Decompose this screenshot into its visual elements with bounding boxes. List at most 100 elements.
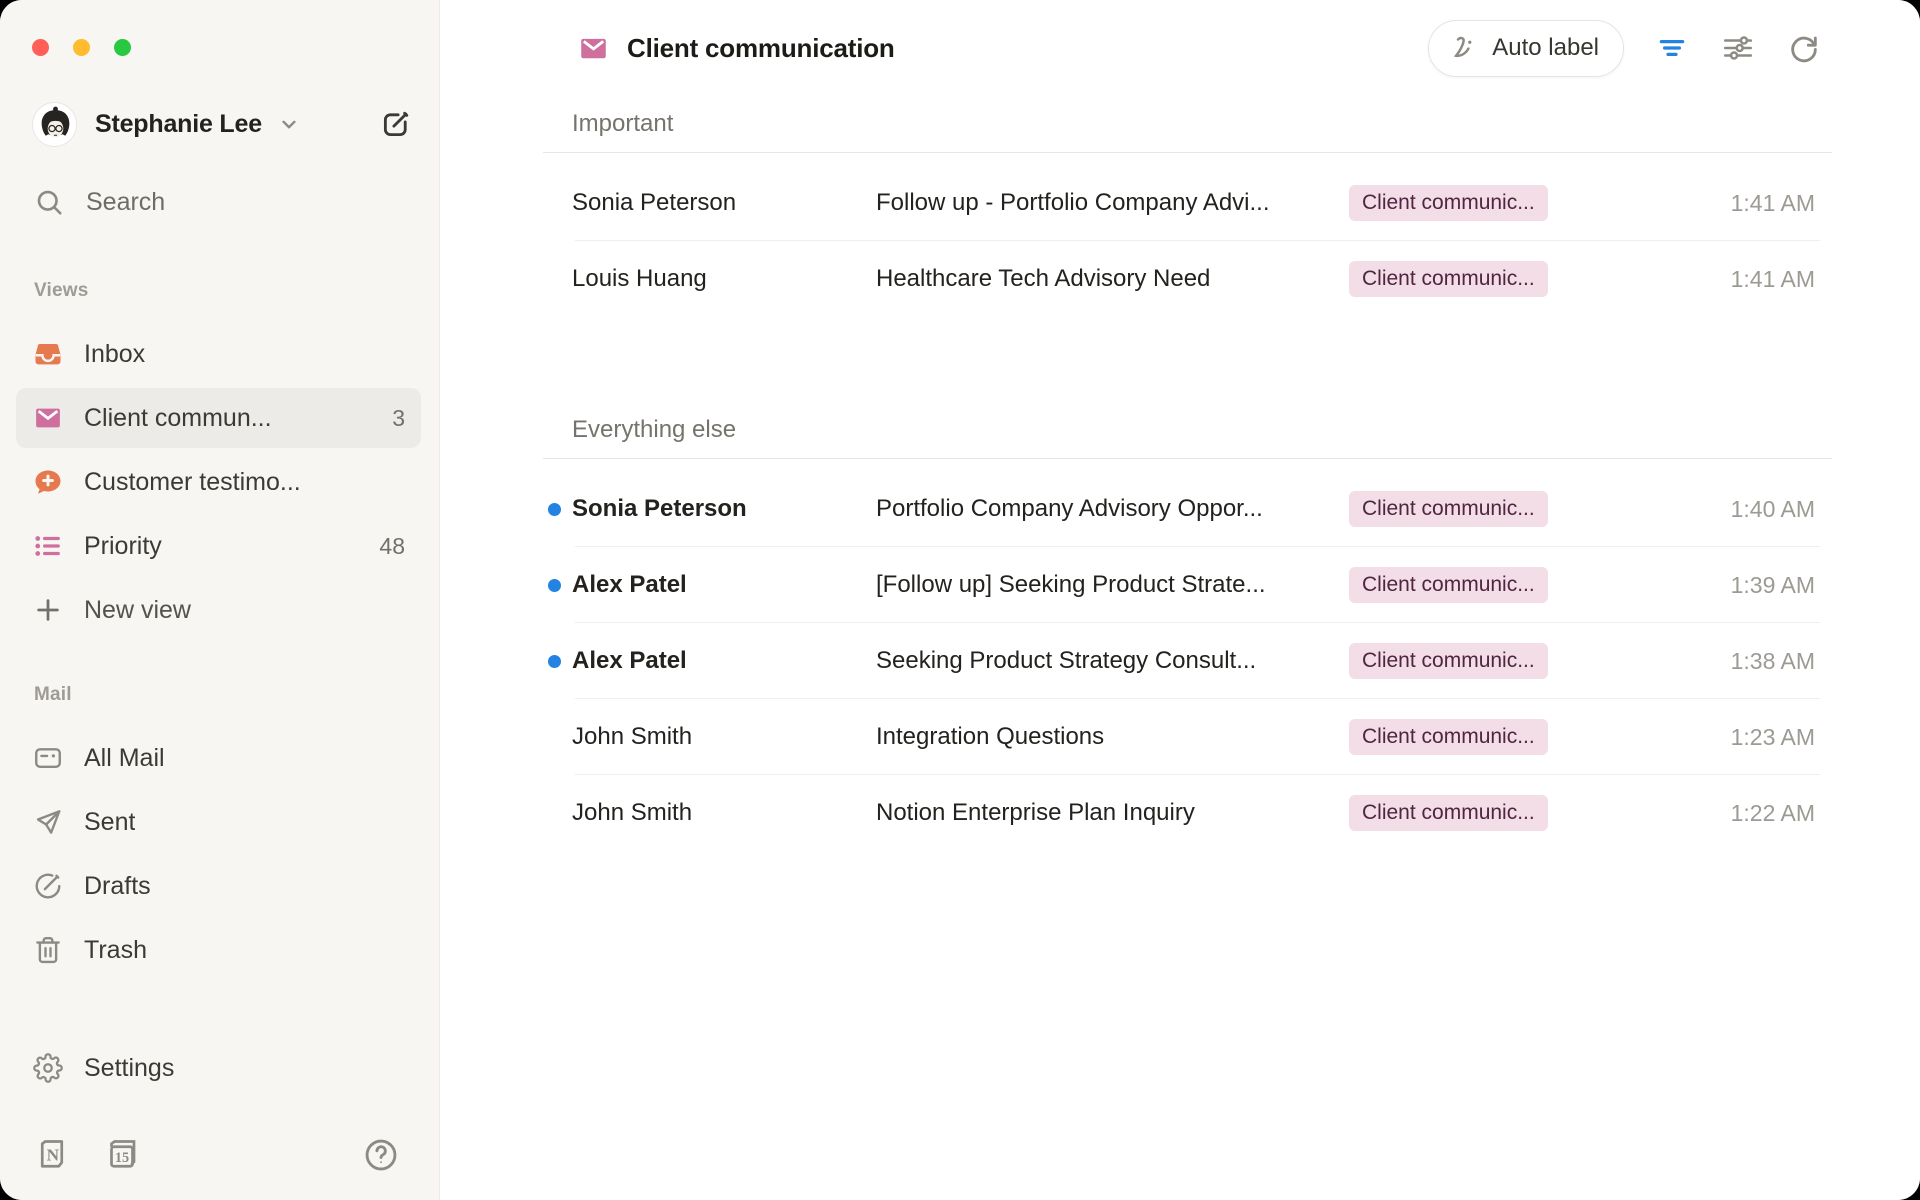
auto-label-wand-icon xyxy=(1449,33,1479,63)
auto-label-label: Auto label xyxy=(1492,34,1599,62)
email-subject: Healthcare Tech Advisory Need xyxy=(876,265,1349,293)
search-row[interactable]: Search xyxy=(0,178,439,226)
sidebar-item-label: Priority xyxy=(84,532,162,561)
sidebar-item-client-communication[interactable]: Client commun... 3 xyxy=(16,388,421,448)
sidebar-item-priority[interactable]: Priority 48 xyxy=(16,516,421,576)
section-title-important: Important xyxy=(543,96,1832,153)
email-time: 1:41 AM xyxy=(1584,266,1832,293)
sidebar-item-label: Drafts xyxy=(84,872,151,901)
email-sender: Alex Patel xyxy=(543,571,876,599)
sidebar-item-label: Settings xyxy=(84,1054,174,1083)
views-section-label: Views xyxy=(34,280,439,304)
email-label-badge: Client communic... xyxy=(1349,719,1584,755)
svg-text:N: N xyxy=(47,1145,60,1164)
close-window-button[interactable] xyxy=(32,39,49,56)
sidebar-item-inbox[interactable]: Inbox xyxy=(16,324,421,384)
email-sender: Sonia Peterson xyxy=(543,189,876,217)
email-time: 1:23 AM xyxy=(1584,724,1832,751)
inbox-icon xyxy=(32,339,64,369)
sidebar-item-label: Inbox xyxy=(84,340,145,369)
sidebar-item-label: Customer testimo... xyxy=(84,468,301,497)
search-icon xyxy=(34,187,64,217)
chat-plus-icon xyxy=(32,467,64,497)
unread-dot xyxy=(548,579,561,592)
email-time: 1:39 AM xyxy=(1584,572,1832,599)
email-label-badge: Client communic... xyxy=(1349,567,1584,603)
display-options-icon[interactable] xyxy=(1720,30,1756,66)
trash-icon xyxy=(32,935,64,965)
email-label-badge: Client communic... xyxy=(1349,643,1584,679)
page-title: Client communication xyxy=(627,33,895,64)
gear-icon xyxy=(32,1053,64,1083)
email-subject: Follow up - Portfolio Company Advi... xyxy=(876,189,1349,217)
email-sender: John Smith xyxy=(543,723,876,751)
envelope-icon xyxy=(32,403,64,433)
email-time: 1:40 AM xyxy=(1584,496,1832,523)
email-label-badge: Client communic... xyxy=(1349,185,1584,221)
unread-count: 3 xyxy=(392,405,405,432)
calendar-icon[interactable]: 15 xyxy=(104,1137,140,1173)
email-subject: Notion Enterprise Plan Inquiry xyxy=(876,799,1349,827)
unread-dot xyxy=(548,503,561,516)
notion-logo-icon[interactable]: N xyxy=(34,1137,70,1173)
email-label-badge: Client communic... xyxy=(1349,491,1584,527)
email-subject: Seeking Product Strategy Consult... xyxy=(876,647,1349,675)
search-label: Search xyxy=(86,188,165,217)
profile-name: Stephanie Lee xyxy=(95,110,262,139)
email-sender: Alex Patel xyxy=(543,647,876,675)
plus-icon xyxy=(32,595,64,625)
email-subject: Integration Questions xyxy=(876,723,1349,751)
sidebar-item-label: Sent xyxy=(84,808,135,837)
email-row[interactable]: John Smith Notion Enterprise Plan Inquir… xyxy=(543,775,1832,851)
label-envelope-icon xyxy=(578,33,609,64)
section-title-everything-else: Everything else xyxy=(543,402,1832,459)
drafts-icon xyxy=(32,871,64,901)
email-row[interactable]: Louis Huang Healthcare Tech Advisory Nee… xyxy=(543,241,1832,317)
sidebar-item-new-view[interactable]: New view xyxy=(16,580,421,640)
unread-dot xyxy=(548,655,561,668)
email-row[interactable]: John Smith Integration Questions Client … xyxy=(543,699,1832,775)
filter-icon[interactable] xyxy=(1654,30,1690,66)
priority-list-icon xyxy=(32,531,64,561)
svg-text:15: 15 xyxy=(115,1150,129,1166)
all-mail-icon xyxy=(32,743,64,773)
sidebar-item-trash[interactable]: Trash xyxy=(16,920,421,980)
sidebar-item-label: Client commun... xyxy=(84,404,272,433)
sidebar-item-sent[interactable]: Sent xyxy=(16,792,421,852)
email-subject: Portfolio Company Advisory Oppor... xyxy=(876,495,1349,523)
avatar xyxy=(32,102,77,147)
email-label-badge: Client communic... xyxy=(1349,795,1584,831)
email-sender: Sonia Peterson xyxy=(543,495,876,523)
priority-count: 48 xyxy=(379,533,405,560)
email-sender: Louis Huang xyxy=(543,265,876,293)
email-subject: [Follow up] Seeking Product Strate... xyxy=(876,571,1349,599)
app-window: Stephanie Lee Search Views xyxy=(0,0,1920,1200)
sidebar-item-label: Trash xyxy=(84,936,147,965)
email-row[interactable]: Sonia Peterson Portfolio Company Advisor… xyxy=(543,471,1832,547)
help-icon[interactable] xyxy=(363,1137,399,1173)
sidebar-item-label: New view xyxy=(84,596,191,625)
sidebar-item-customer-testimonials[interactable]: Customer testimo... xyxy=(16,452,421,512)
compose-icon[interactable] xyxy=(379,107,413,141)
email-sender: John Smith xyxy=(543,799,876,827)
refresh-icon[interactable] xyxy=(1786,30,1822,66)
auto-label-button[interactable]: Auto label xyxy=(1428,20,1624,77)
zoom-window-button[interactable] xyxy=(114,39,131,56)
email-row[interactable]: Alex Patel Seeking Product Strategy Cons… xyxy=(543,623,1832,699)
window-controls xyxy=(32,39,131,56)
email-row[interactable]: Alex Patel [Follow up] Seeking Product S… xyxy=(543,547,1832,623)
email-row[interactable]: Sonia Peterson Follow up - Portfolio Com… xyxy=(543,165,1832,241)
email-time: 1:38 AM xyxy=(1584,648,1832,675)
profile-row[interactable]: Stephanie Lee xyxy=(0,100,439,148)
email-time: 1:22 AM xyxy=(1584,800,1832,827)
email-list: Important Sonia Peterson Follow up - Por… xyxy=(543,96,1832,851)
sidebar: Stephanie Lee Search Views xyxy=(0,0,440,1200)
mail-section-label: Mail xyxy=(34,684,439,708)
chevron-down-icon xyxy=(276,111,302,137)
send-icon xyxy=(32,807,64,837)
email-label-badge: Client communic... xyxy=(1349,261,1584,297)
minimize-window-button[interactable] xyxy=(73,39,90,56)
sidebar-item-all-mail[interactable]: All Mail xyxy=(16,728,421,788)
sidebar-item-settings[interactable]: Settings xyxy=(16,1038,421,1098)
sidebar-item-drafts[interactable]: Drafts xyxy=(16,856,421,916)
